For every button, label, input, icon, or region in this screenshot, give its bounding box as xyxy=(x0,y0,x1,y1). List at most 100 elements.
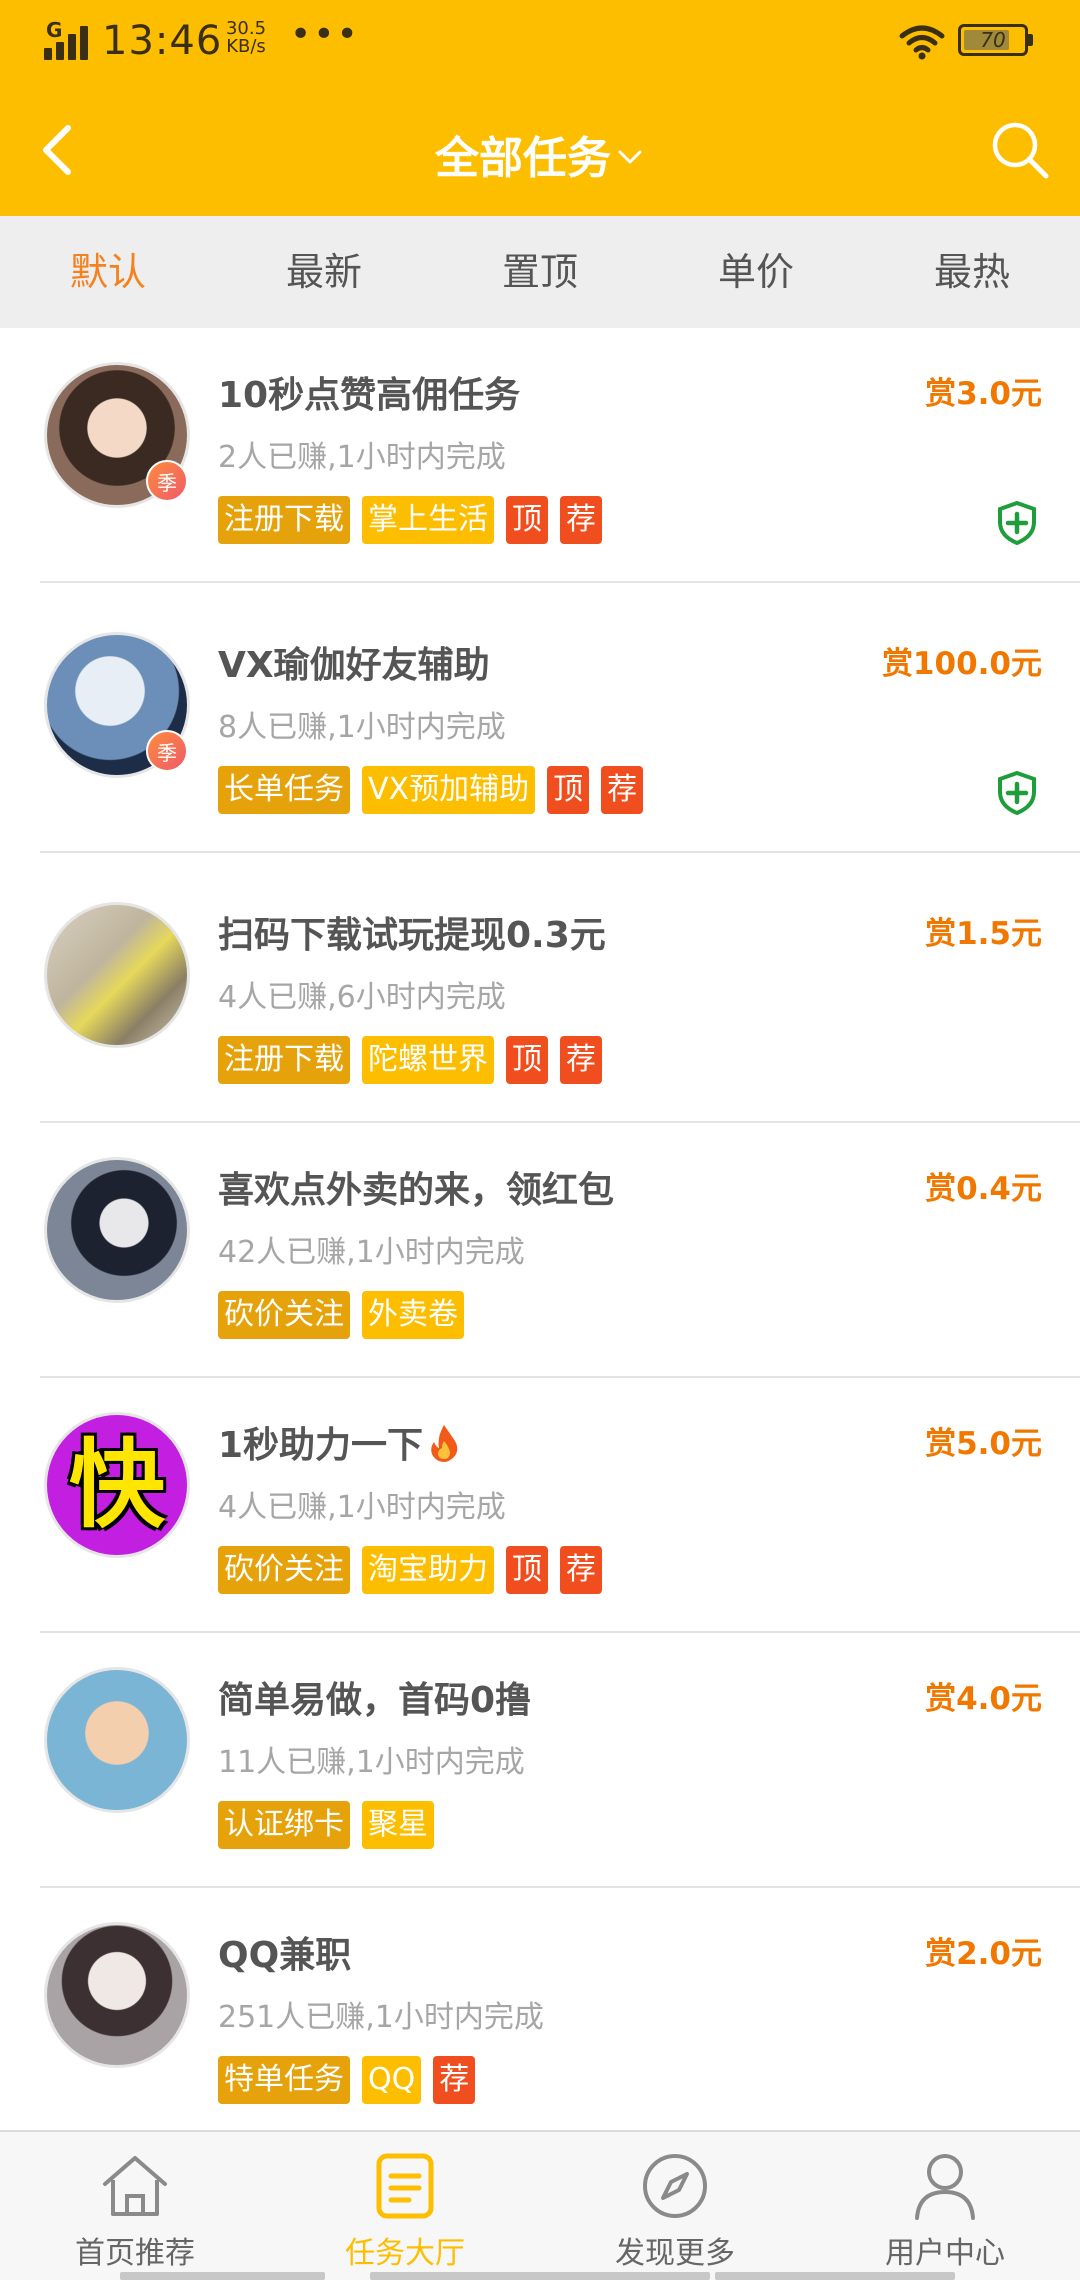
network-type: G xyxy=(46,18,63,42)
tag-app: QQ xyxy=(362,2056,422,2104)
task-item[interactable]: 季 10秒点赞高佣任务 2人已赚,1小时内完成 注册下载 掌上生活 顶 荐 赏3… xyxy=(0,328,1080,583)
tag-top: 顶 xyxy=(506,1036,548,1084)
task-reward: 赏0.4元 xyxy=(925,1171,1042,1207)
clock: 13:46 xyxy=(102,18,223,64)
task-stats: 4人已赚,1小时内完成 xyxy=(218,1490,506,1525)
user-icon xyxy=(915,2154,975,2220)
tag-category: 特单任务 xyxy=(218,2056,350,2104)
signal-icon: G xyxy=(44,18,94,60)
task-list-icon xyxy=(376,2153,434,2219)
nav-home[interactable]: 首页推荐 xyxy=(0,2132,270,2280)
tag-recommended: 荐 xyxy=(560,1036,602,1084)
tag-category: 长单任务 xyxy=(218,766,350,814)
task-reward: 赏5.0元 xyxy=(925,1426,1042,1462)
divider xyxy=(40,581,1080,583)
bottom-nav: 首页推荐 任务大厅 发现更多 用户中心 xyxy=(0,2130,1080,2280)
task-reward: 赏3.0元 xyxy=(925,376,1042,412)
tag-recommended: 荐 xyxy=(601,766,644,814)
sort-tabs: 默认 最新 置顶 单价 最热 xyxy=(0,216,1080,328)
avatar xyxy=(44,1157,190,1303)
task-item[interactable]: 快 1秒助力一下 4人已赚,1小时内完成 砍价关注 淘宝助力 顶 荐 赏5.0元 xyxy=(0,1378,1080,1633)
task-item[interactable]: 喜欢点外卖的来，领红包 42人已赚,1小时内完成 砍价关注 外卖卷 赏0.4元 xyxy=(0,1123,1080,1378)
tag-category: 砍价关注 xyxy=(218,1291,350,1339)
task-title-text: 1秒助力一下 xyxy=(218,1425,424,1466)
battery-level: 70 xyxy=(980,28,1006,52)
tag-app: 陀螺世界 xyxy=(362,1036,494,1084)
top-bar: G 13:46 30.5 KB/s ••• 70 全部任务 xyxy=(0,0,1080,216)
home-icon xyxy=(103,2156,167,2216)
status-bar: G 13:46 30.5 KB/s ••• 70 xyxy=(0,0,1080,84)
task-tags: 特单任务 QQ 荐 xyxy=(218,2056,476,2104)
task-tags: 长单任务 VX预加辅助 顶 荐 xyxy=(218,766,644,814)
nav-label: 用户中心 xyxy=(885,2236,1005,2271)
category-dropdown[interactable]: 全部任务 xyxy=(0,122,1080,186)
task-title: 喜欢点外卖的来，领红包 xyxy=(218,1170,615,1211)
avatar: 快 xyxy=(44,1412,190,1558)
avatar xyxy=(44,1667,190,1813)
task-stats: 42人已赚,1小时内完成 xyxy=(218,1235,525,1270)
nav-label: 任务大厅 xyxy=(345,2236,465,2271)
task-item[interactable]: 简单易做，首码0撸 11人已赚,1小时内完成 认证绑卡 聚星 赏4.0元 xyxy=(0,1633,1080,1888)
gesture-bar xyxy=(0,2272,1080,2280)
task-item[interactable]: 扫码下载试玩提现0.3元 4人已赚,6小时内完成 注册下载 陀螺世界 顶 荐 赏… xyxy=(0,868,1080,1123)
wifi-icon xyxy=(899,25,945,60)
nav-discover[interactable]: 发现更多 xyxy=(540,2132,810,2280)
fire-icon xyxy=(431,1425,458,1462)
avatar-text: 快 xyxy=(69,1429,165,1541)
tag-app: 聚星 xyxy=(362,1801,434,1849)
task-item[interactable]: QQ兼职 251人已赚,1小时内完成 特单任务 QQ 荐 赏2.0元 xyxy=(0,1888,1080,2130)
tab-hottest[interactable]: 最热 xyxy=(864,216,1080,328)
task-tags: 认证绑卡 聚星 xyxy=(218,1801,434,1849)
tab-default[interactable]: 默认 xyxy=(0,216,216,328)
task-reward: 赏1.5元 xyxy=(925,916,1042,952)
divider xyxy=(40,851,1080,853)
tag-category: 注册下载 xyxy=(218,496,350,544)
task-tags: 砍价关注 淘宝助力 顶 荐 xyxy=(218,1546,602,1594)
page-title: 全部任务 xyxy=(435,133,611,184)
tab-newest[interactable]: 最新 xyxy=(216,216,432,328)
nav-label: 发现更多 xyxy=(615,2236,735,2271)
task-title: QQ兼职 xyxy=(218,1935,352,1976)
tab-unit-price[interactable]: 单价 xyxy=(648,216,864,328)
shield-plus-icon xyxy=(998,500,1036,546)
task-stats: 11人已赚,1小时内完成 xyxy=(218,1745,525,1780)
tag-category: 认证绑卡 xyxy=(218,1801,350,1849)
task-stats: 4人已赚,6小时内完成 xyxy=(218,980,506,1015)
search-icon[interactable] xyxy=(988,118,1052,182)
task-tags: 砍价关注 外卖卷 xyxy=(218,1291,464,1339)
more-notifications-icon: ••• xyxy=(290,14,360,55)
tag-recommended: 荐 xyxy=(560,496,602,544)
avatar xyxy=(44,902,190,1048)
task-reward: 赏100.0元 xyxy=(881,646,1042,682)
task-title: 简单易做，首码0撸 xyxy=(218,1680,532,1721)
speed-unit: KB/s xyxy=(226,36,266,57)
avatar xyxy=(44,1922,190,2068)
tag-app: 外卖卷 xyxy=(362,1291,464,1339)
tag-top: 顶 xyxy=(506,496,548,544)
tag-app: 掌上生活 xyxy=(362,496,494,544)
tab-pinned[interactable]: 置顶 xyxy=(432,216,648,328)
nav-task-hall[interactable]: 任务大厅 xyxy=(270,2132,540,2280)
chevron-down-icon xyxy=(618,150,642,164)
task-tags: 注册下载 掌上生活 顶 荐 xyxy=(218,496,602,544)
nav-label: 首页推荐 xyxy=(75,2236,195,2271)
task-title: 1秒助力一下 xyxy=(218,1416,461,1468)
task-reward: 赏2.0元 xyxy=(925,1936,1042,1972)
tag-app: VX预加辅助 xyxy=(362,766,536,814)
task-stats: 251人已赚,1小时内完成 xyxy=(218,2000,544,2035)
tag-category: 砍价关注 xyxy=(218,1546,350,1594)
battery-icon: 70 xyxy=(958,24,1033,56)
app-header: 全部任务 xyxy=(0,84,1080,216)
nav-user-center[interactable]: 用户中心 xyxy=(810,2132,1080,2280)
task-stats: 2人已赚,1小时内完成 xyxy=(218,440,506,475)
season-badge: 季 xyxy=(146,460,188,502)
tag-app: 淘宝助力 xyxy=(362,1546,494,1594)
shield-plus-icon xyxy=(998,770,1036,816)
tag-category: 注册下载 xyxy=(218,1036,350,1084)
task-title: 扫码下载试玩提现0.3元 xyxy=(218,915,606,956)
task-title: 10秒点赞高佣任务 xyxy=(218,375,521,416)
task-item[interactable]: 季 VX瑜伽好友辅助 8人已赚,1小时内完成 长单任务 VX预加辅助 顶 荐 赏… xyxy=(0,598,1080,853)
tag-top: 顶 xyxy=(506,1546,548,1594)
task-title: VX瑜伽好友辅助 xyxy=(218,645,490,686)
network-speed: 30.5 KB/s xyxy=(216,20,276,56)
